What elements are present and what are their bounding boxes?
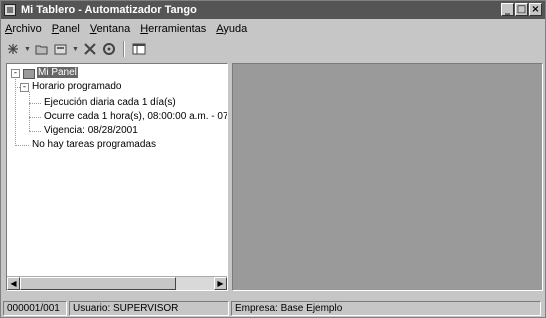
menu-ventana[interactable]: Ventana	[90, 21, 130, 37]
menu-bar: Archivo Panel Ventana Herramientas Ayuda	[5, 21, 247, 37]
tree-item-ocurre[interactable]: Ocurre cada 1 hora(s), 08:00:00 a.m. - 0…	[44, 110, 227, 124]
menu-herramientas[interactable]: Herramientas	[140, 21, 206, 37]
scroll-right-icon[interactable]: ▶	[214, 277, 227, 290]
tree-item-vigencia[interactable]: Vigencia: 08/28/2001	[44, 124, 138, 138]
close-button[interactable]: ×	[529, 3, 542, 16]
toolbar: ▼ ▼	[5, 39, 147, 59]
detail-pane[interactable]	[232, 63, 543, 291]
tree-connector	[29, 92, 30, 131]
collapse-icon[interactable]: -	[20, 83, 29, 92]
window-title: Mi Tablero - Automatizador Tango	[21, 4, 197, 16]
tree-item-horario[interactable]: Horario programado	[32, 80, 122, 94]
menu-panel[interactable]: Panel	[52, 21, 80, 37]
delete-icon[interactable]	[82, 41, 98, 57]
status-company: Empresa: Base Ejemplo	[231, 301, 541, 316]
new-panel-icon[interactable]	[53, 41, 69, 57]
panel-tree[interactable]: - Mi Panel - Horario programado Ejecució…	[7, 64, 227, 276]
title-bar[interactable]: Mi Tablero - Automatizador Tango _ □ ×	[1, 1, 545, 19]
status-code: 000001/001	[3, 301, 67, 316]
new-panel-dropdown-arrow-icon[interactable]: ▼	[72, 41, 79, 57]
menu-ayuda[interactable]: Ayuda	[216, 21, 247, 37]
toolbar-separator	[123, 41, 125, 57]
scrollbar-thumb[interactable]	[20, 277, 176, 290]
tree-pane[interactable]: - Mi Panel - Horario programado Ejecució…	[6, 63, 228, 291]
tree-connector	[29, 103, 41, 104]
status-user: Usuario: SUPERVISOR	[69, 301, 229, 316]
tree-connector	[15, 145, 29, 146]
horizontal-scrollbar[interactable]: ◀ ▶	[7, 276, 227, 290]
window-controls: _ □ ×	[501, 3, 542, 16]
tree-connector	[29, 117, 41, 118]
menu-archivo[interactable]: Archivo	[5, 21, 42, 37]
app-window: Mi Tablero - Automatizador Tango _ □ × A…	[0, 0, 546, 318]
maximize-button[interactable]: □	[515, 3, 528, 16]
new-item-dropdown-arrow-icon[interactable]: ▼	[24, 41, 31, 57]
collapse-icon[interactable]: -	[11, 69, 20, 78]
properties-icon[interactable]	[101, 41, 117, 57]
tree-item-ejecucion[interactable]: Ejecución diaria cada 1 día(s)	[44, 96, 176, 110]
scroll-left-icon[interactable]: ◀	[7, 277, 20, 290]
panel-icon	[23, 69, 35, 79]
tree-connector	[29, 131, 41, 132]
open-icon[interactable]	[34, 41, 50, 57]
new-item-icon[interactable]	[5, 41, 21, 57]
status-bar: 000001/001 Usuario: SUPERVISOR Empresa: …	[3, 301, 543, 316]
minimize-button[interactable]: _	[501, 3, 514, 16]
tree-item-mi-panel[interactable]: Mi Panel	[37, 66, 78, 80]
tree-item-no-tareas[interactable]: No hay tareas programadas	[32, 138, 156, 152]
app-icon[interactable]	[4, 4, 16, 16]
window-icon[interactable]	[131, 41, 147, 57]
tree-item-label: Mi Panel	[37, 67, 78, 78]
